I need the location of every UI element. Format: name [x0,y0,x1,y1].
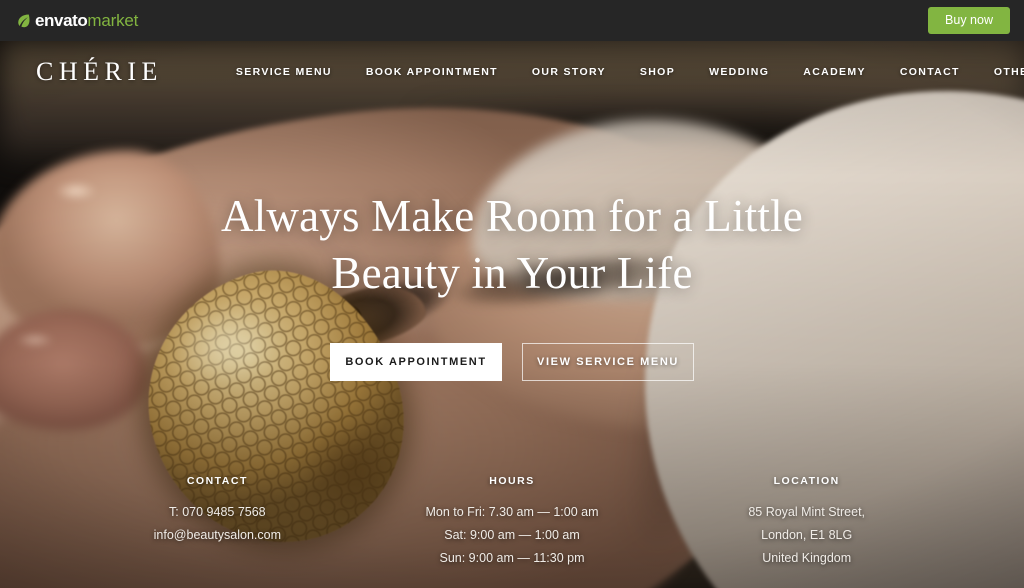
hero-cta-group: BOOK APPOINTMENT VIEW SERVICE MENU [330,343,694,382]
market-wordmark: market [87,10,139,30]
info-column-contact: CONTACT T: 070 9485 7568 info@beautysalo… [70,475,365,570]
buy-now-button[interactable]: Buy now [928,7,1010,34]
envato-logo[interactable]: envato market [16,11,138,31]
site-header: CHÉRIE SERVICE MENU BOOK APPOINTMENT OUR… [0,41,1024,103]
hours-heading: HOURS [489,474,535,487]
photo-nose-highlight [46,178,106,204]
envato-wordmark: envato [35,10,88,30]
nav-item-shop[interactable]: SHOP [623,66,692,78]
envato-leaf-icon [18,14,30,28]
nav-item-academy[interactable]: ACADEMY [786,66,883,78]
nav-item-service-menu[interactable]: SERVICE MENU [219,66,349,78]
contact-email[interactable]: info@beautysalon.com [70,524,365,547]
location-street: 85 Royal Mint Street, [748,504,866,519]
hours-weekday: Mon to Fri: 7.30 am — 1:00 am [425,504,599,519]
view-service-menu-button[interactable]: VIEW SERVICE MENU [522,343,694,382]
nav-item-book-appointment[interactable]: BOOK APPOINTMENT [349,66,515,78]
nav-item-our-story[interactable]: OUR STORY [515,66,623,78]
contact-phone[interactable]: T: 070 9485 7568 [70,501,365,524]
nav-item-other[interactable]: OTHER [977,66,1024,78]
info-column-location: LOCATION 85 Royal Mint Street, London, E… [659,475,954,570]
location-country: United Kingdom [762,550,852,565]
nav-item-wedding[interactable]: WEDDING [692,66,786,78]
location-city: London, E1 8LG [761,527,853,542]
location-heading: LOCATION [773,474,840,487]
photo-lip-highlight [8,330,62,350]
page-root: envato market Buy now CHÉRIE SERVICE MEN… [0,0,1024,588]
info-column-hours: HOURS Mon to Fri: 7.30 am — 1:00 am Sat:… [365,475,660,570]
hours-saturday: Sat: 9:00 am — 1:00 am [444,527,580,542]
contact-heading: CONTACT [186,474,248,487]
book-appointment-button[interactable]: BOOK APPOINTMENT [330,343,502,382]
site-logo[interactable]: CHÉRIE [36,57,163,87]
hero-info-columns: CONTACT T: 070 9485 7568 info@beautysalo… [0,475,1024,570]
main-navigation: SERVICE MENU BOOK APPOINTMENT OUR STORY … [219,66,1024,78]
nav-item-contact[interactable]: CONTACT [883,66,977,78]
envato-market-bar: envato market Buy now [0,0,1024,41]
hours-sunday: Sun: 9:00 am — 11:30 pm [439,550,585,565]
